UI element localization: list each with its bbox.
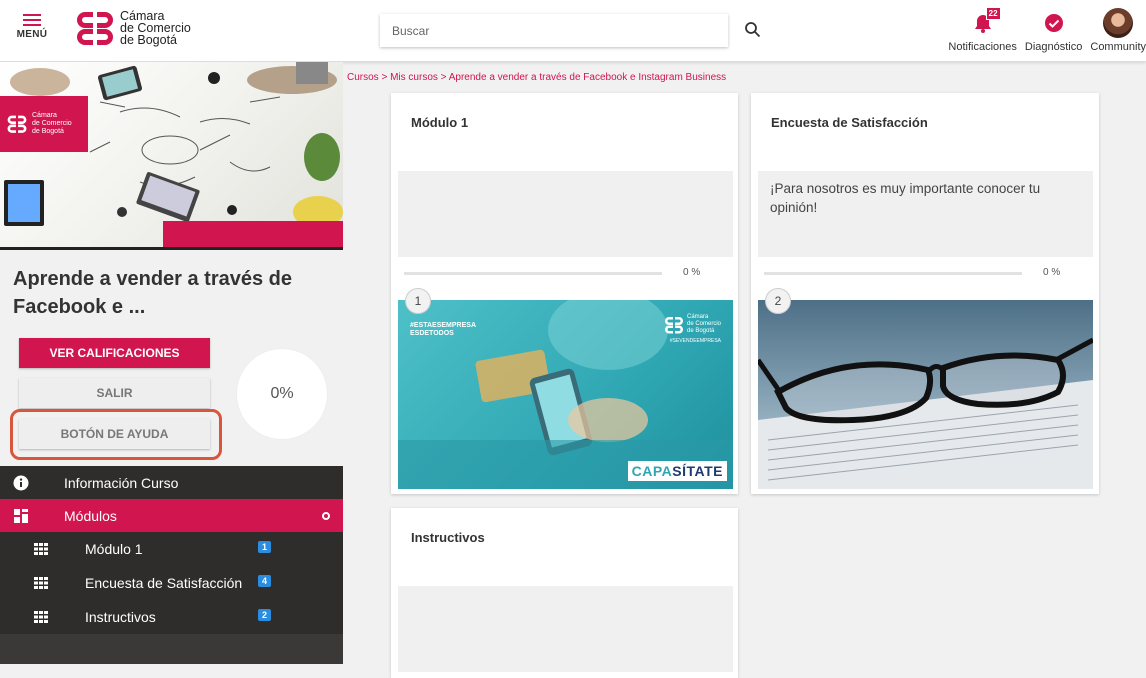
module-card[interactable]: Instructivos xyxy=(391,508,738,678)
ccb-logo-icon xyxy=(7,115,27,133)
module-card[interactable]: Encuesta de Satisfacción ¡Para nosotros … xyxy=(751,93,1099,494)
modules-icon xyxy=(12,507,30,525)
notifications-button[interactable]: 22 Notificaciones xyxy=(948,6,1017,53)
view-grades-button[interactable]: VER CALIFICACIONES xyxy=(19,338,210,368)
survey-image xyxy=(758,300,1093,489)
top-bar: MENÚ Cámara de Comercio de Bogotá Buscar… xyxy=(0,0,1146,62)
grid-icon xyxy=(32,540,50,558)
hamburger-icon xyxy=(23,14,41,26)
course-hero-image: Cámara de Comercio de Bogotá xyxy=(0,62,343,250)
item-count-badge: 4 xyxy=(258,575,272,587)
card-title: Encuesta de Satisfacción xyxy=(771,115,928,130)
card-description xyxy=(398,586,733,672)
top-actions: 22 Notificaciones Diagnóstico Community xyxy=(940,6,1146,53)
card-number: 1 xyxy=(405,288,431,314)
nav-footer xyxy=(0,634,343,664)
card-number: 2 xyxy=(765,288,791,314)
nav-module-1[interactable]: Módulo 1 1 xyxy=(0,532,343,566)
sidebar: Cámara de Comercio de Bogotá Aprende a v… xyxy=(0,62,343,665)
expand-indicator-icon xyxy=(322,512,330,520)
card-progress-label: 0 % xyxy=(683,267,701,278)
course-nav: Información Curso Módulos Módulo 1 1 Enc… xyxy=(0,466,343,664)
notification-count-badge: 22 xyxy=(985,7,1001,20)
card-progress-label: 0 % xyxy=(1043,267,1061,278)
ccb-logo-icon xyxy=(664,316,683,333)
ccb-logo-icon xyxy=(77,12,113,45)
diagnostic-button[interactable]: Diagnóstico xyxy=(1025,6,1082,53)
course-title: Aprende a vender a través de Facebook e … xyxy=(13,268,293,318)
menu-label: MENÚ xyxy=(16,29,48,40)
search-input[interactable] xyxy=(380,14,728,47)
breadcrumb: Cursos > Mis cursos > Aprende a vender a… xyxy=(347,72,727,83)
item-count-badge: 2 xyxy=(258,609,272,621)
item-count-badge: 1 xyxy=(258,541,272,553)
logo-text: Cámara de Comercio de Bogotá xyxy=(120,9,191,47)
nav-course-info[interactable]: Información Curso xyxy=(0,466,343,499)
card-brand-logo: Cámara de Comercio de Bogotá xyxy=(663,314,721,335)
community-label: Community xyxy=(1090,41,1146,53)
exit-button[interactable]: SALIR xyxy=(19,378,210,408)
notifications-label: Notificaciones xyxy=(948,41,1017,53)
card-title: Módulo 1 xyxy=(411,115,469,130)
avatar xyxy=(1103,8,1134,38)
card-progress-bar xyxy=(404,272,662,275)
grid-icon xyxy=(32,574,50,592)
hero-brand-badge: Cámara de Comercio de Bogotá xyxy=(0,96,88,152)
card-title: Instructivos xyxy=(411,530,485,545)
course-progress-circle: 0% xyxy=(236,348,328,440)
logo[interactable]: Cámara de Comercio de Bogotá xyxy=(74,8,191,48)
campaign-tag: #SEVENDEEMPRESA xyxy=(669,338,721,344)
card-description: ¡Para nosotros es muy importante conocer… xyxy=(758,171,1093,257)
search-icon[interactable] xyxy=(744,21,762,39)
diagnostic-label: Diagnóstico xyxy=(1024,41,1083,53)
eyeglasses-illustration xyxy=(758,337,1093,489)
check-circle-icon xyxy=(1044,14,1063,32)
breadcrumb-cursos[interactable]: Cursos xyxy=(347,72,379,83)
menu-button[interactable]: MENÚ xyxy=(12,14,52,40)
nav-instructivos[interactable]: Instructivos 2 xyxy=(0,600,343,634)
module-1-image: #ESTAESEMPRESA ESDETODOS Cámara de Comer… xyxy=(398,300,733,489)
module-card[interactable]: Módulo 1 0 % 1 #ESTAESEMPRESA ESDETODOS … xyxy=(391,93,738,494)
grid-icon xyxy=(32,608,50,626)
card-description xyxy=(398,171,733,257)
info-icon xyxy=(12,474,30,492)
breadcrumb-mis-cursos[interactable]: Mis cursos xyxy=(390,72,438,83)
campaign-hashtag: #ESTAESEMPRESA ESDETODOS xyxy=(410,322,476,337)
hero-red-band xyxy=(163,221,343,247)
help-button[interactable]: BOTÓN DE AYUDA xyxy=(19,419,210,449)
breadcrumb-current-course[interactable]: Aprende a vender a través de Facebook e … xyxy=(449,72,726,83)
capasitate-logo: CAPASÍTATE xyxy=(627,461,727,481)
community-button[interactable]: Community xyxy=(1090,6,1146,53)
nav-survey[interactable]: Encuesta de Satisfacción 4 xyxy=(0,566,343,600)
search-box xyxy=(380,14,728,47)
nav-modules[interactable]: Módulos xyxy=(0,499,343,532)
card-progress-bar xyxy=(764,272,1022,275)
